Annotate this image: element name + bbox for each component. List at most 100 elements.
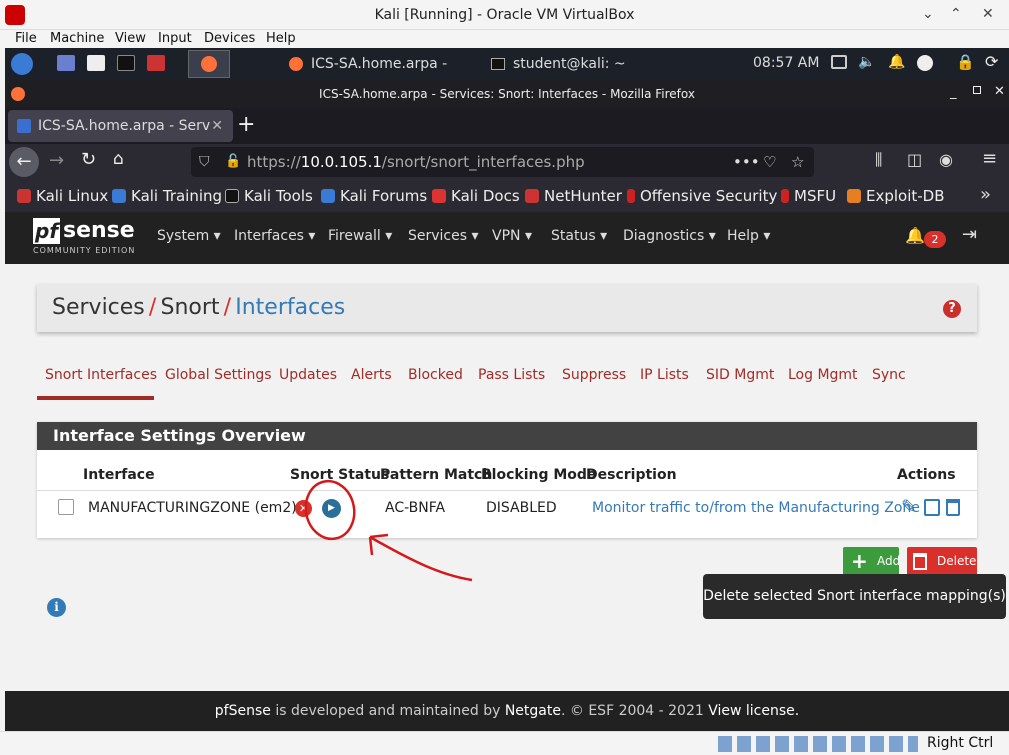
row-description[interactable]: Monitor traffic to/from the Manufacturin… (592, 500, 920, 516)
forward-icon[interactable]: → (49, 150, 64, 171)
menu-help[interactable]: Help (266, 31, 296, 46)
bookmark-kali-linux[interactable]: Kali Linux (17, 187, 108, 205)
file-manager-icon[interactable] (87, 55, 105, 71)
delete-button[interactable]: Delete (907, 547, 977, 576)
active-tab-indicator (37, 396, 154, 400)
firefox-tabstrip: ICS-SA.home.arpa - Serv ✕ + (5, 108, 1009, 144)
footer-license[interactable]: View license. (708, 703, 799, 719)
clone-icon[interactable] (924, 499, 940, 516)
logout-icon[interactable]: ⇥ (962, 224, 977, 245)
bookmark-offensive-security[interactable]: Offensive Security (627, 187, 777, 205)
menu-devices[interactable]: Devices (204, 31, 255, 46)
bookmarks-overflow-icon[interactable]: » (980, 184, 991, 205)
ff-minimize-icon[interactable]: _ (950, 85, 957, 100)
display-icon[interactable] (831, 55, 847, 69)
tab-suppress[interactable]: Suppress (562, 367, 626, 383)
new-tab-icon[interactable]: + (237, 112, 255, 137)
close-icon[interactable]: ✕ (982, 6, 994, 22)
tab-close-icon[interactable]: ✕ (211, 110, 223, 142)
back-icon[interactable]: ← (9, 147, 39, 177)
nav-interfaces[interactable]: Interfaces ▾ (234, 228, 315, 244)
taskbar-terminal-window[interactable]: student@kali: ~ (485, 51, 635, 77)
nav-help[interactable]: Help ▾ (727, 228, 770, 244)
tab-snort-interfaces[interactable]: Snort Interfaces (45, 367, 157, 383)
delete-tooltip: Delete selected Snort interface mapping(… (703, 574, 1006, 619)
virtualbox-menubar: File Machine View Input Devices Help (0, 30, 1009, 48)
add-button[interactable]: + Add (843, 547, 900, 576)
help-icon[interactable]: ? (943, 300, 961, 318)
tab-log-mgmt[interactable]: Log Mgmt (788, 367, 858, 383)
tab-alerts[interactable]: Alerts (351, 367, 392, 383)
bookmark-kali-tools[interactable]: Kali Tools (225, 187, 313, 205)
restore-icon[interactable]: ⌃ (950, 6, 962, 22)
taskbar-firefox-window[interactable]: ICS-SA.home.arpa - Ser... (283, 51, 483, 98)
volume-icon[interactable]: 🔈 (858, 54, 875, 70)
footer-brand[interactable]: pfSense (215, 703, 271, 719)
tab-global-settings[interactable]: Global Settings (165, 367, 272, 383)
clock[interactable]: 08:57 AM (753, 55, 819, 71)
notification-bell-icon[interactable]: 🔔 (888, 54, 905, 70)
bookmark-kali-forums[interactable]: Kali Forums (321, 187, 427, 205)
bookmark-msfu[interactable]: MSFU (781, 187, 836, 205)
tab-ics-sa[interactable]: ICS-SA.home.arpa - Serv ✕ (8, 110, 233, 142)
page-actions-icon[interactable]: ••• (733, 147, 760, 177)
notifications-button[interactable]: 🔔 2 (905, 226, 949, 248)
hamburger-menu-icon[interactable]: ≡ (982, 148, 997, 169)
ff-maximize-icon[interactable] (973, 86, 981, 94)
tab-blocked[interactable]: Blocked (408, 367, 463, 383)
edit-pencil-icon[interactable]: ✎ (901, 496, 917, 518)
nav-services[interactable]: Services ▾ (408, 228, 479, 244)
footer-company[interactable]: Netgate (505, 703, 561, 719)
bookmark-nethunter[interactable]: NetHunter (525, 187, 622, 205)
bookmark-kali-training[interactable]: Kali Training (112, 187, 222, 205)
breadcrumb: Services / Snort / Interfaces ? (37, 284, 977, 332)
url-bar[interactable]: ⛉ 🔓 https://10.0.105.1/snort/snort_inter… (191, 147, 814, 177)
info-icon[interactable]: i (47, 598, 66, 617)
menu-view[interactable]: View (115, 31, 146, 46)
tab-sync[interactable]: Sync (872, 367, 906, 383)
ff-close-icon[interactable]: ✕ (994, 84, 1005, 99)
firefox-launcher-icon[interactable] (188, 50, 230, 78)
lock-icon[interactable]: 🔒 (956, 53, 975, 71)
bookmark-exploit-db[interactable]: Exploit-DB (847, 187, 945, 205)
terminal-icon[interactable] (117, 55, 135, 71)
power-manager-icon[interactable] (917, 55, 933, 71)
screen-record-icon[interactable] (147, 55, 165, 71)
tracking-shield-icon[interactable]: ⛉ (199, 147, 210, 177)
tab-sid-mgmt[interactable]: SID Mgmt (706, 367, 774, 383)
bookmark-star-icon[interactable]: ☆ (791, 147, 804, 177)
nav-system[interactable]: System ▾ (157, 228, 221, 244)
pfsense-logo[interactable]: pf sense COMMUNITY EDITION (33, 218, 143, 258)
trash-icon[interactable] (946, 499, 960, 516)
nav-firewall[interactable]: Firewall ▾ (328, 228, 392, 244)
breadcrumb-snort: Snort (160, 295, 220, 320)
device-status-icons[interactable] (718, 736, 918, 752)
reload-icon[interactable]: ↻ (81, 149, 96, 170)
row-checkbox[interactable] (58, 499, 74, 515)
bookmark-kali-docs[interactable]: Kali Docs (432, 187, 520, 205)
insecure-lock-icon[interactable]: 🔓 (225, 147, 241, 177)
library-icon[interactable]: ⫼ (875, 150, 882, 170)
minimize-icon[interactable]: ⌄ (922, 6, 934, 22)
firefox-navbar: ← → ↻ ⌂ ⛉ 🔓 https://10.0.105.1/snort/sno… (5, 144, 1009, 180)
pocket-icon[interactable]: ♡ (763, 147, 776, 177)
nav-diagnostics[interactable]: Diagnostics ▾ (623, 228, 716, 244)
tab-pass-lists[interactable]: Pass Lists (478, 367, 545, 383)
account-icon[interactable]: ◉ (939, 150, 953, 169)
header-divider (37, 490, 977, 491)
menu-input[interactable]: Input (158, 31, 192, 46)
tab-ip-lists[interactable]: IP Lists (640, 367, 689, 383)
nav-vpn[interactable]: VPN ▾ (492, 228, 532, 244)
kali-menu-icon[interactable] (11, 53, 33, 75)
home-icon[interactable]: ⌂ (113, 149, 124, 169)
tab-updates[interactable]: Updates (279, 367, 337, 383)
virtualbox-titlebar: Kali [Running] - Oracle VM VirtualBox ⌄ … (0, 0, 1009, 30)
workspace-icon[interactable] (57, 55, 75, 71)
menu-file[interactable]: File (15, 31, 37, 46)
pfsense-navbar: pf sense COMMUNITY EDITION System ▾ Inte… (5, 212, 1009, 264)
breadcrumb-interfaces[interactable]: Interfaces (235, 295, 345, 320)
sidebar-icon[interactable]: ◫ (907, 150, 922, 169)
menu-machine[interactable]: Machine (50, 31, 104, 46)
logout-icon[interactable]: ⟳ (985, 52, 998, 71)
nav-status[interactable]: Status ▾ (551, 228, 607, 244)
